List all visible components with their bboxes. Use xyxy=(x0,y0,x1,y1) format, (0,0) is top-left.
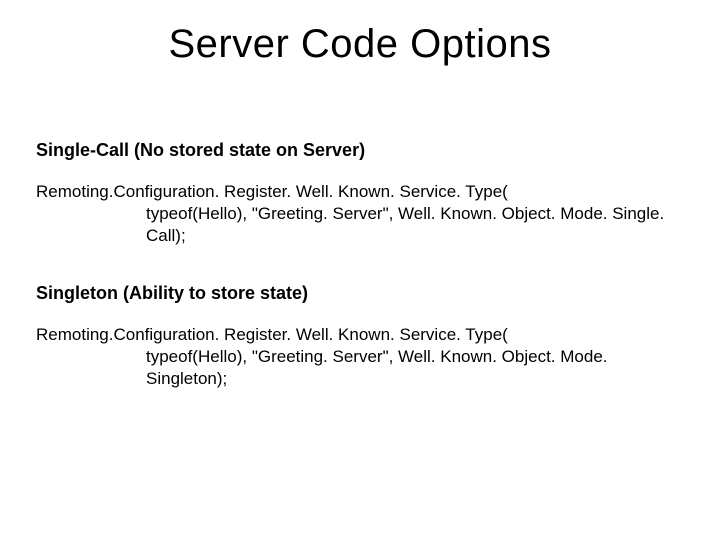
section-heading: Singleton (Ability to store state) xyxy=(36,283,684,304)
slide: Server Code Options Single-Call (No stor… xyxy=(0,0,720,540)
code-line: Remoting.Configuration. Register. Well. … xyxy=(36,181,684,203)
code-line: Remoting.Configuration. Register. Well. … xyxy=(36,324,684,346)
slide-content: Single-Call (No stored state on Server) … xyxy=(36,140,684,427)
code-block: Remoting.Configuration. Register. Well. … xyxy=(36,324,684,390)
code-line: typeof(Hello), "Greeting. Server", Well.… xyxy=(36,346,684,390)
code-block: Remoting.Configuration. Register. Well. … xyxy=(36,181,684,247)
slide-title: Server Code Options xyxy=(0,22,720,67)
code-line: typeof(Hello), "Greeting. Server", Well.… xyxy=(36,203,684,247)
section-heading: Single-Call (No stored state on Server) xyxy=(36,140,684,161)
